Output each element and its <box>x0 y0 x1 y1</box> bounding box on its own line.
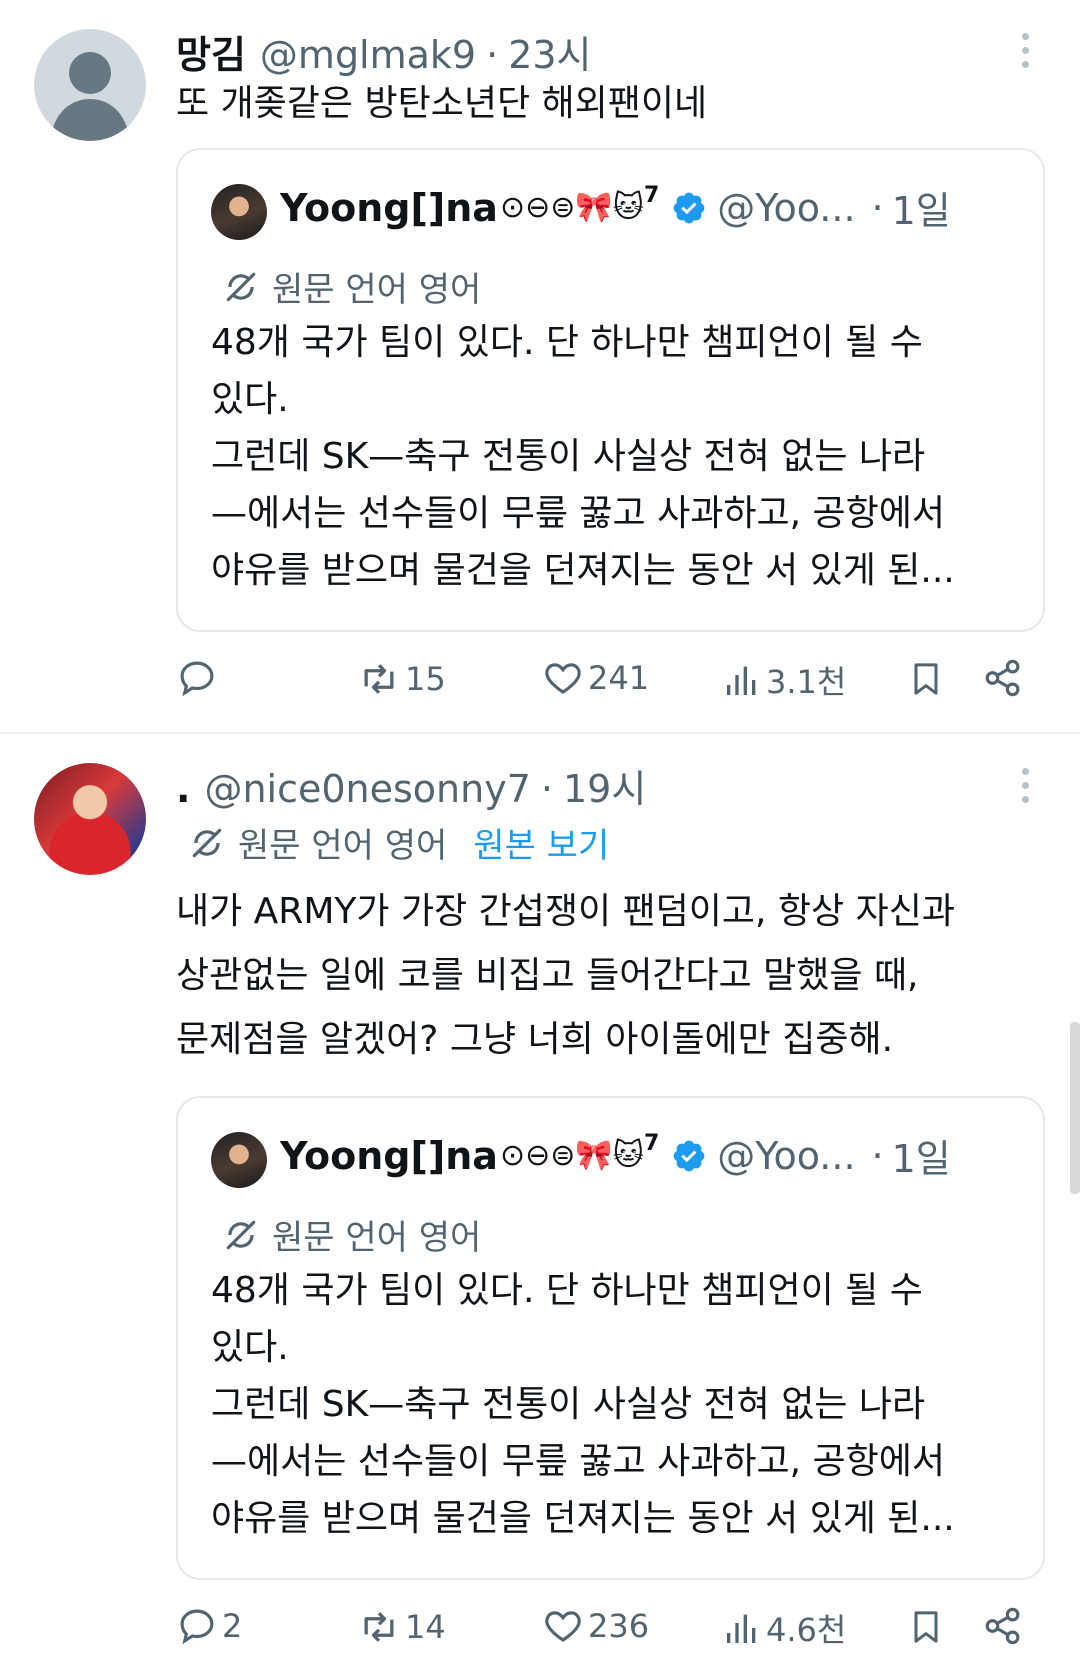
separator-dot: · <box>871 185 884 230</box>
bookmark-icon <box>914 1611 938 1643</box>
bar-chart-icon <box>727 1614 756 1643</box>
quote-text-line: 야유를 받으며 물건을 던져지는 동안 서 있게 된... <box>211 550 955 591</box>
speech-bubble-icon <box>180 661 214 697</box>
like-count: 241 <box>588 659 650 697</box>
translate-icon <box>226 1220 256 1249</box>
quote-name-emoji: ⊙⊖⊜🎀🐱 <box>499 1138 644 1173</box>
quote-display-name[interactable]: Yoong[]na <box>280 186 498 230</box>
translation-label: 원문 언어 영어 <box>272 270 482 310</box>
speech-bubble-icon <box>180 1609 214 1645</box>
tweet-header: 망김 @mglmak9 · 23시 <box>176 24 592 79</box>
tweet-text-line: 상관없는 일에 코를 비집고 들어간다고 말했을 때, <box>176 955 919 996</box>
translation-label: 원문 언어 영어 <box>272 1218 482 1258</box>
like-button[interactable]: 241 <box>542 657 649 699</box>
retweet-count: 14 <box>405 1608 446 1646</box>
quote-text: 48개 국가 팀이 있다. 단 하나만 챔피언이 될 수 있다. 그런데 SK—… <box>211 314 955 599</box>
tweet-text: 내가 ARMY가 가장 간섭쟁이 팬덤이고, 항상 자신과 상관없는 일에 코를… <box>176 880 955 1072</box>
translate-icon <box>192 828 222 857</box>
quote-handle[interactable]: @Yoo... <box>717 186 855 230</box>
quote-text-line: —에서는 선수들이 무릎 꿇고 사과하고, 공항에서 <box>211 493 945 534</box>
quote-display-name[interactable]: Yoong[]na <box>280 1134 498 1178</box>
views-button[interactable]: 4.6천 <box>722 1605 846 1651</box>
quote-header: Yoong[]na ⊙⊖⊜🎀🐱 7 @Yoo... · 1일 <box>280 1128 951 1183</box>
like-count: 236 <box>588 1607 650 1645</box>
quote-text-line: 48개 국가 팀이 있다. 단 하나만 챔피언이 될 수 <box>211 1270 923 1311</box>
quote-text-line: 있다. <box>211 379 289 420</box>
share-nodes-icon <box>985 659 1020 697</box>
display-name[interactable]: 망김 <box>176 24 246 79</box>
verified-badge-icon <box>673 1140 705 1171</box>
share-button[interactable] <box>982 1605 1024 1647</box>
views-button[interactable]: 3.1천 <box>722 657 846 703</box>
tweet-text: 또 개좆같은 방탄소년단 해외팬이네 <box>176 72 707 136</box>
default-avatar-icon <box>50 52 130 141</box>
quote-timestamp: 1일 <box>891 189 951 233</box>
more-icon[interactable] <box>1010 760 1040 810</box>
translate-icon <box>226 272 256 301</box>
retweet-button[interactable]: 15 <box>357 657 446 701</box>
views-count: 3.1천 <box>766 663 847 701</box>
separator-dot: · <box>540 767 553 811</box>
tweet-actions: 2 14 236 4.6천 <box>0 1605 1080 1655</box>
quote-text-line: 48개 국가 팀이 있다. 단 하나만 챔피언이 될 수 <box>211 322 923 363</box>
retweet-arrows-icon <box>364 1612 394 1642</box>
reply-button[interactable]: 2 <box>176 1605 242 1647</box>
views-count: 4.6천 <box>766 1611 847 1649</box>
bookmark-button[interactable] <box>906 1605 946 1649</box>
retweet-button[interactable]: 14 <box>357 1605 446 1649</box>
tweet-actions: 15 241 3.1천 <box>0 657 1080 707</box>
quote-name-emoji: ⊙⊖⊜🎀🐱 <box>499 190 644 225</box>
bookmark-icon <box>914 663 938 695</box>
reply-button[interactable] <box>176 657 222 699</box>
timestamp[interactable]: 19시 <box>563 758 646 813</box>
retweet-arrows-icon <box>364 664 394 694</box>
retweet-count: 15 <box>405 660 446 698</box>
quote-text-line: —에서는 선수들이 무릎 꿇고 사과하고, 공항에서 <box>211 1441 945 1482</box>
view-original-link[interactable]: 원본 보기 <box>473 818 609 867</box>
bookmark-button[interactable] <box>906 657 946 701</box>
user-handle[interactable]: @nice0nesonny7 <box>204 767 530 811</box>
heart-icon <box>545 1611 581 1642</box>
quote-text-line: 그런데 SK—축구 전통이 사실상 전혀 없는 나라 <box>211 1384 926 1425</box>
quote-avatar[interactable] <box>211 184 267 240</box>
share-nodes-icon <box>985 1607 1020 1645</box>
quoted-tweet[interactable]: Yoong[]na ⊙⊖⊜🎀🐱 7 @Yoo... · 1일 원문 언어 영어 … <box>176 1096 1045 1580</box>
avatar[interactable] <box>34 763 146 875</box>
user-handle[interactable]: @mglmak9 <box>260 33 476 77</box>
quote-text-line: 그런데 SK—축구 전통이 사실상 전혀 없는 나라 <box>211 436 926 477</box>
tweet-divider <box>0 732 1080 734</box>
scrollbar[interactable] <box>1070 1022 1080 1194</box>
tweet-text-line: 또 개좆같은 방탄소년단 해외팬이네 <box>176 83 708 124</box>
translation-info: 원문 언어 영어 원본 보기 <box>188 818 609 867</box>
timestamp[interactable]: 23시 <box>508 24 591 79</box>
display-name[interactable]: . <box>176 767 190 811</box>
tweet-text-line: 문제점을 알겠어? 그냥 너희 아이돌에만 집중해. <box>176 1019 894 1060</box>
verified-badge-icon <box>673 192 705 223</box>
quote-handle[interactable]: @Yoo... <box>717 1134 855 1178</box>
bar-chart-icon <box>727 666 756 695</box>
tweet-header: . @nice0nesonny7 · 19시 <box>176 758 646 813</box>
like-button[interactable]: 236 <box>542 1605 649 1647</box>
quote-avatar[interactable] <box>211 1132 267 1188</box>
quote-text-line: 야유를 받으며 물건을 던져지는 동안 서 있게 된... <box>211 1498 955 1539</box>
separator-dot: · <box>486 33 499 77</box>
share-button[interactable] <box>982 657 1024 699</box>
avatar[interactable] <box>34 29 146 141</box>
heart-icon <box>545 663 581 694</box>
quote-text-line: 있다. <box>211 1327 289 1368</box>
quote-translation-info: 원문 언어 영어 <box>222 1210 481 1259</box>
quote-name-sup: 7 <box>643 183 660 208</box>
quote-text: 48개 국가 팀이 있다. 단 하나만 챔피언이 될 수 있다. 그런데 SK—… <box>211 1262 955 1547</box>
quote-name-sup: 7 <box>643 1131 660 1156</box>
more-icon[interactable] <box>1010 25 1040 75</box>
quote-timestamp: 1일 <box>891 1137 951 1181</box>
quote-header: Yoong[]na ⊙⊖⊜🎀🐱 7 @Yoo... · 1일 <box>280 180 951 235</box>
quoted-tweet[interactable]: Yoong[]na ⊙⊖⊜🎀🐱 7 @Yoo... · 1일 원문 언어 영어 … <box>176 148 1045 632</box>
tweet-text-line: 내가 ARMY가 가장 간섭쟁이 팬덤이고, 항상 자신과 <box>176 891 955 932</box>
reply-count: 2 <box>222 1607 243 1645</box>
quote-translation-info: 원문 언어 영어 <box>222 262 481 311</box>
translation-label: 원문 언어 영어 <box>238 826 448 866</box>
separator-dot: · <box>871 1133 884 1178</box>
